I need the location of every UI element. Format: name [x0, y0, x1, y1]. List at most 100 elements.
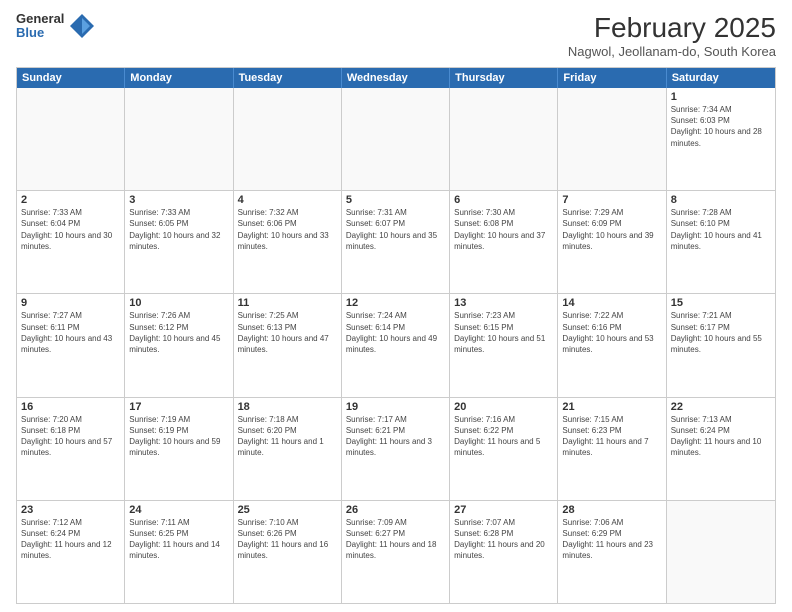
day-info: Sunrise: 7:33 AM Sunset: 6:05 PM Dayligh… [129, 207, 228, 252]
day-info: Sunrise: 7:27 AM Sunset: 6:11 PM Dayligh… [21, 310, 120, 355]
day-info: Sunrise: 7:17 AM Sunset: 6:21 PM Dayligh… [346, 414, 445, 459]
day-info: Sunrise: 7:30 AM Sunset: 6:08 PM Dayligh… [454, 207, 553, 252]
calendar-row: 2Sunrise: 7:33 AM Sunset: 6:04 PM Daylig… [17, 190, 775, 293]
day-info: Sunrise: 7:26 AM Sunset: 6:12 PM Dayligh… [129, 310, 228, 355]
day-info: Sunrise: 7:20 AM Sunset: 6:18 PM Dayligh… [21, 414, 120, 459]
day-info: Sunrise: 7:07 AM Sunset: 6:28 PM Dayligh… [454, 517, 553, 562]
day-info: Sunrise: 7:31 AM Sunset: 6:07 PM Dayligh… [346, 207, 445, 252]
calendar-cell: 24Sunrise: 7:11 AM Sunset: 6:25 PM Dayli… [125, 501, 233, 603]
day-info: Sunrise: 7:11 AM Sunset: 6:25 PM Dayligh… [129, 517, 228, 562]
day-number: 6 [454, 194, 553, 206]
location: Nagwol, Jeollanam-do, South Korea [568, 44, 776, 59]
day-number: 9 [21, 297, 120, 309]
header: General Blue February 2025 Nagwol, Jeoll… [16, 12, 776, 59]
calendar-cell: 21Sunrise: 7:15 AM Sunset: 6:23 PM Dayli… [558, 398, 666, 500]
calendar-cell: 14Sunrise: 7:22 AM Sunset: 6:16 PM Dayli… [558, 294, 666, 396]
day-number: 2 [21, 194, 120, 206]
day-number: 23 [21, 504, 120, 516]
day-number: 11 [238, 297, 337, 309]
day-number: 5 [346, 194, 445, 206]
logo-icon [68, 12, 96, 40]
day-info: Sunrise: 7:18 AM Sunset: 6:20 PM Dayligh… [238, 414, 337, 459]
weekday-header: Thursday [450, 68, 558, 88]
day-number: 26 [346, 504, 445, 516]
title-block: February 2025 Nagwol, Jeollanam-do, Sout… [568, 12, 776, 59]
calendar-cell: 22Sunrise: 7:13 AM Sunset: 6:24 PM Dayli… [667, 398, 775, 500]
day-number: 24 [129, 504, 228, 516]
day-info: Sunrise: 7:33 AM Sunset: 6:04 PM Dayligh… [21, 207, 120, 252]
calendar-row: 9Sunrise: 7:27 AM Sunset: 6:11 PM Daylig… [17, 293, 775, 396]
day-info: Sunrise: 7:10 AM Sunset: 6:26 PM Dayligh… [238, 517, 337, 562]
day-info: Sunrise: 7:15 AM Sunset: 6:23 PM Dayligh… [562, 414, 661, 459]
calendar-cell [667, 501, 775, 603]
page: General Blue February 2025 Nagwol, Jeoll… [0, 0, 792, 612]
day-number: 22 [671, 401, 771, 413]
calendar-row: 16Sunrise: 7:20 AM Sunset: 6:18 PM Dayli… [17, 397, 775, 500]
day-info: Sunrise: 7:29 AM Sunset: 6:09 PM Dayligh… [562, 207, 661, 252]
calendar-header: SundayMondayTuesdayWednesdayThursdayFrid… [17, 68, 775, 88]
calendar-cell: 15Sunrise: 7:21 AM Sunset: 6:17 PM Dayli… [667, 294, 775, 396]
day-number: 13 [454, 297, 553, 309]
calendar-cell: 28Sunrise: 7:06 AM Sunset: 6:29 PM Dayli… [558, 501, 666, 603]
day-number: 16 [21, 401, 120, 413]
weekday-header: Tuesday [234, 68, 342, 88]
weekday-header: Sunday [17, 68, 125, 88]
calendar-cell: 6Sunrise: 7:30 AM Sunset: 6:08 PM Daylig… [450, 191, 558, 293]
calendar-cell: 3Sunrise: 7:33 AM Sunset: 6:05 PM Daylig… [125, 191, 233, 293]
calendar-cell [558, 88, 666, 190]
day-info: Sunrise: 7:13 AM Sunset: 6:24 PM Dayligh… [671, 414, 771, 459]
calendar-cell: 2Sunrise: 7:33 AM Sunset: 6:04 PM Daylig… [17, 191, 125, 293]
month-title: February 2025 [568, 12, 776, 44]
calendar-cell: 17Sunrise: 7:19 AM Sunset: 6:19 PM Dayli… [125, 398, 233, 500]
calendar-cell [450, 88, 558, 190]
calendar-cell: 5Sunrise: 7:31 AM Sunset: 6:07 PM Daylig… [342, 191, 450, 293]
calendar-row: 1Sunrise: 7:34 AM Sunset: 6:03 PM Daylig… [17, 88, 775, 190]
day-info: Sunrise: 7:32 AM Sunset: 6:06 PM Dayligh… [238, 207, 337, 252]
calendar-cell: 16Sunrise: 7:20 AM Sunset: 6:18 PM Dayli… [17, 398, 125, 500]
day-number: 28 [562, 504, 661, 516]
calendar-body: 1Sunrise: 7:34 AM Sunset: 6:03 PM Daylig… [17, 88, 775, 603]
weekday-header: Wednesday [342, 68, 450, 88]
calendar-cell [125, 88, 233, 190]
logo-blue: Blue [16, 26, 64, 40]
day-number: 14 [562, 297, 661, 309]
day-number: 12 [346, 297, 445, 309]
calendar-cell: 13Sunrise: 7:23 AM Sunset: 6:15 PM Dayli… [450, 294, 558, 396]
day-number: 21 [562, 401, 661, 413]
calendar-cell: 26Sunrise: 7:09 AM Sunset: 6:27 PM Dayli… [342, 501, 450, 603]
weekday-header: Monday [125, 68, 233, 88]
day-number: 4 [238, 194, 337, 206]
calendar-cell: 1Sunrise: 7:34 AM Sunset: 6:03 PM Daylig… [667, 88, 775, 190]
calendar-cell [342, 88, 450, 190]
day-info: Sunrise: 7:24 AM Sunset: 6:14 PM Dayligh… [346, 310, 445, 355]
calendar-cell: 12Sunrise: 7:24 AM Sunset: 6:14 PM Dayli… [342, 294, 450, 396]
weekday-header: Friday [558, 68, 666, 88]
day-info: Sunrise: 7:12 AM Sunset: 6:24 PM Dayligh… [21, 517, 120, 562]
day-number: 17 [129, 401, 228, 413]
day-number: 8 [671, 194, 771, 206]
calendar-row: 23Sunrise: 7:12 AM Sunset: 6:24 PM Dayli… [17, 500, 775, 603]
day-number: 1 [671, 91, 771, 103]
calendar-cell: 20Sunrise: 7:16 AM Sunset: 6:22 PM Dayli… [450, 398, 558, 500]
day-info: Sunrise: 7:16 AM Sunset: 6:22 PM Dayligh… [454, 414, 553, 459]
day-number: 7 [562, 194, 661, 206]
calendar-cell: 19Sunrise: 7:17 AM Sunset: 6:21 PM Dayli… [342, 398, 450, 500]
calendar-cell: 25Sunrise: 7:10 AM Sunset: 6:26 PM Dayli… [234, 501, 342, 603]
day-info: Sunrise: 7:19 AM Sunset: 6:19 PM Dayligh… [129, 414, 228, 459]
day-info: Sunrise: 7:34 AM Sunset: 6:03 PM Dayligh… [671, 104, 771, 149]
logo: General Blue [16, 12, 96, 41]
day-number: 27 [454, 504, 553, 516]
day-info: Sunrise: 7:28 AM Sunset: 6:10 PM Dayligh… [671, 207, 771, 252]
logo-general: General [16, 12, 64, 26]
weekday-header: Saturday [667, 68, 775, 88]
calendar-cell: 9Sunrise: 7:27 AM Sunset: 6:11 PM Daylig… [17, 294, 125, 396]
calendar-cell: 4Sunrise: 7:32 AM Sunset: 6:06 PM Daylig… [234, 191, 342, 293]
day-info: Sunrise: 7:06 AM Sunset: 6:29 PM Dayligh… [562, 517, 661, 562]
calendar-cell [17, 88, 125, 190]
calendar-cell: 7Sunrise: 7:29 AM Sunset: 6:09 PM Daylig… [558, 191, 666, 293]
day-number: 10 [129, 297, 228, 309]
calendar-cell: 11Sunrise: 7:25 AM Sunset: 6:13 PM Dayli… [234, 294, 342, 396]
day-info: Sunrise: 7:23 AM Sunset: 6:15 PM Dayligh… [454, 310, 553, 355]
calendar-cell: 10Sunrise: 7:26 AM Sunset: 6:12 PM Dayli… [125, 294, 233, 396]
day-number: 20 [454, 401, 553, 413]
